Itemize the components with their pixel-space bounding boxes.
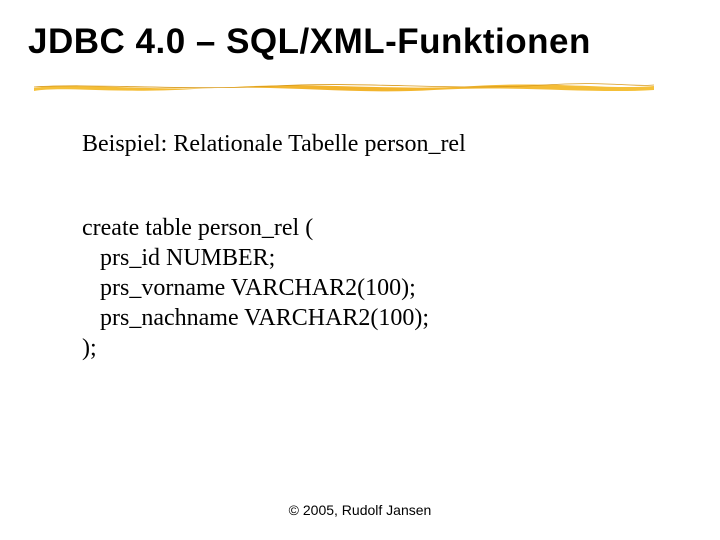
- example-heading: Beispiel: Relationale Tabelle person_rel: [82, 131, 466, 158]
- code-line: create table person_rel (: [82, 215, 313, 241]
- code-line: );: [82, 335, 97, 361]
- slide-title: JDBC 4.0 – SQL/XML-Funktionen: [28, 22, 591, 62]
- title-underline: [34, 80, 654, 94]
- copyright-footer: © 2005, Rudolf Jansen: [0, 502, 720, 518]
- code-line: prs_nachname VARCHAR2(100);: [82, 303, 429, 333]
- slide: JDBC 4.0 – SQL/XML-Funktionen Beispiel: …: [0, 0, 720, 540]
- code-line: prs_vorname VARCHAR2(100);: [82, 273, 416, 303]
- code-line: prs_id NUMBER;: [82, 243, 275, 273]
- code-block: create table person_rel ( prs_id NUMBER;…: [82, 183, 429, 363]
